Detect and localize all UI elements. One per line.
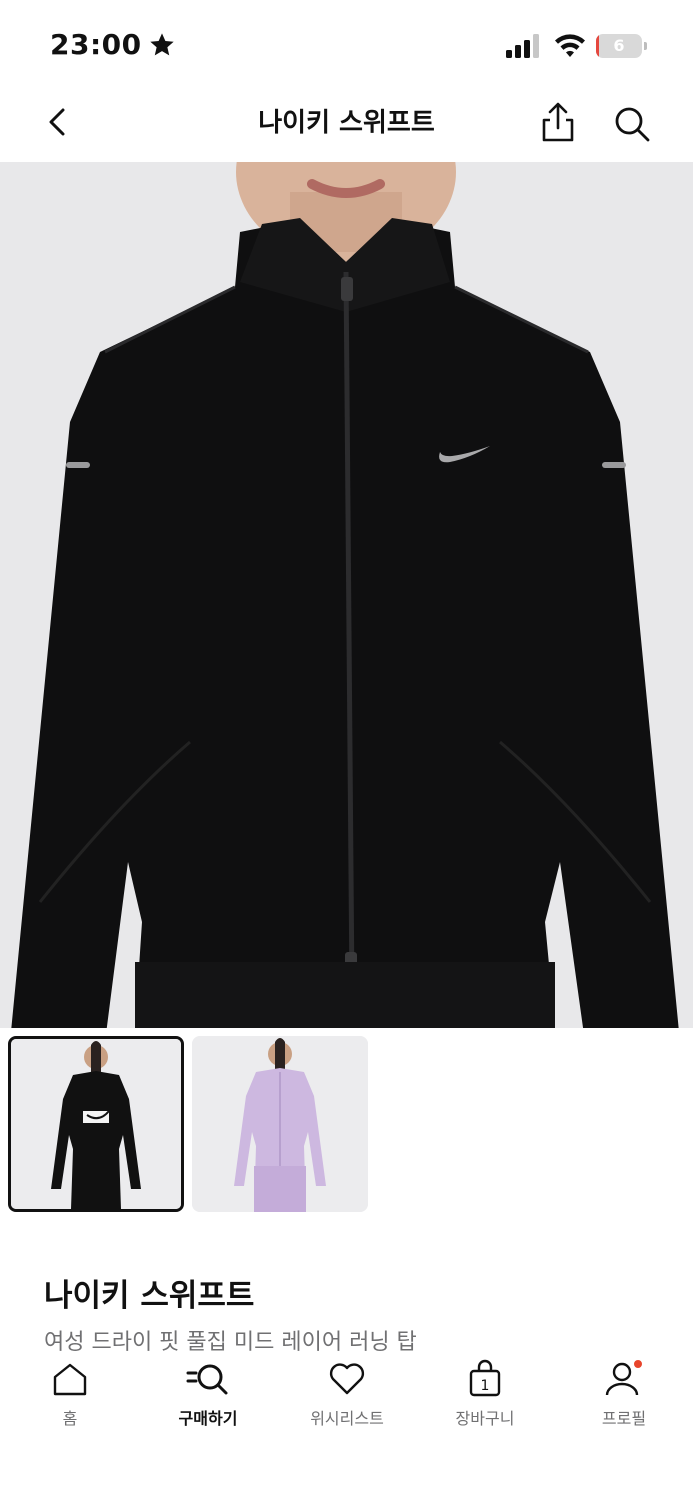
nav-header: 나이키 스위프트 xyxy=(0,90,693,162)
tab-profile[interactable]: 프로필 xyxy=(554,1355,693,1435)
product-name: 나이키 스위프트 xyxy=(44,1278,255,1314)
battery-level: 6 xyxy=(613,36,625,55)
thumbnail-image xyxy=(192,1036,368,1212)
tab-home[interactable]: 홈 xyxy=(0,1355,140,1435)
share-icon[interactable] xyxy=(538,100,578,144)
home-indicator xyxy=(216,1477,476,1485)
thumbnail-image xyxy=(11,1039,181,1209)
tab-label: 홈 xyxy=(62,1409,78,1428)
tab-shop[interactable]: 구매하기 xyxy=(138,1355,278,1435)
battery-icon: 6 xyxy=(596,34,648,58)
home-icon xyxy=(53,1363,87,1396)
shop-search-icon xyxy=(186,1364,228,1395)
star-icon xyxy=(150,33,174,56)
tab-label: 구매하기 xyxy=(178,1409,238,1428)
product-subtitle: 여성 드라이 핏 풀집 미드 레이어 러닝 탑 xyxy=(44,1330,417,1355)
bag-icon: 1 xyxy=(469,1359,501,1397)
signal-icon xyxy=(506,34,539,58)
product-image-carousel[interactable] xyxy=(0,162,693,1028)
tab-label: 위시리스트 xyxy=(310,1409,384,1428)
bottom-tab-bar: 홈 구매하기 위시리스트 1 장바구니 프로필 xyxy=(0,1355,693,1500)
tab-label: 장바구니 xyxy=(455,1409,515,1428)
search-icon[interactable] xyxy=(612,104,652,144)
page-title: 나이키 스위프트 xyxy=(258,108,435,138)
product-photo xyxy=(0,162,693,1028)
color-thumbnail-black[interactable] xyxy=(8,1036,184,1212)
notification-dot xyxy=(634,1360,642,1368)
profile-icon xyxy=(605,1360,642,1396)
tab-cart[interactable]: 1 장바구니 xyxy=(415,1355,555,1435)
heart-icon xyxy=(329,1363,365,1395)
tab-wishlist[interactable]: 위시리스트 xyxy=(277,1355,417,1435)
status-bar: 23:00 6 xyxy=(0,0,693,90)
tab-label: 프로필 xyxy=(601,1409,647,1428)
color-thumbnail-lavender[interactable] xyxy=(192,1036,368,1212)
cart-count: 1 xyxy=(481,1378,490,1394)
wifi-icon xyxy=(555,34,585,57)
status-time: 23:00 xyxy=(50,28,142,61)
